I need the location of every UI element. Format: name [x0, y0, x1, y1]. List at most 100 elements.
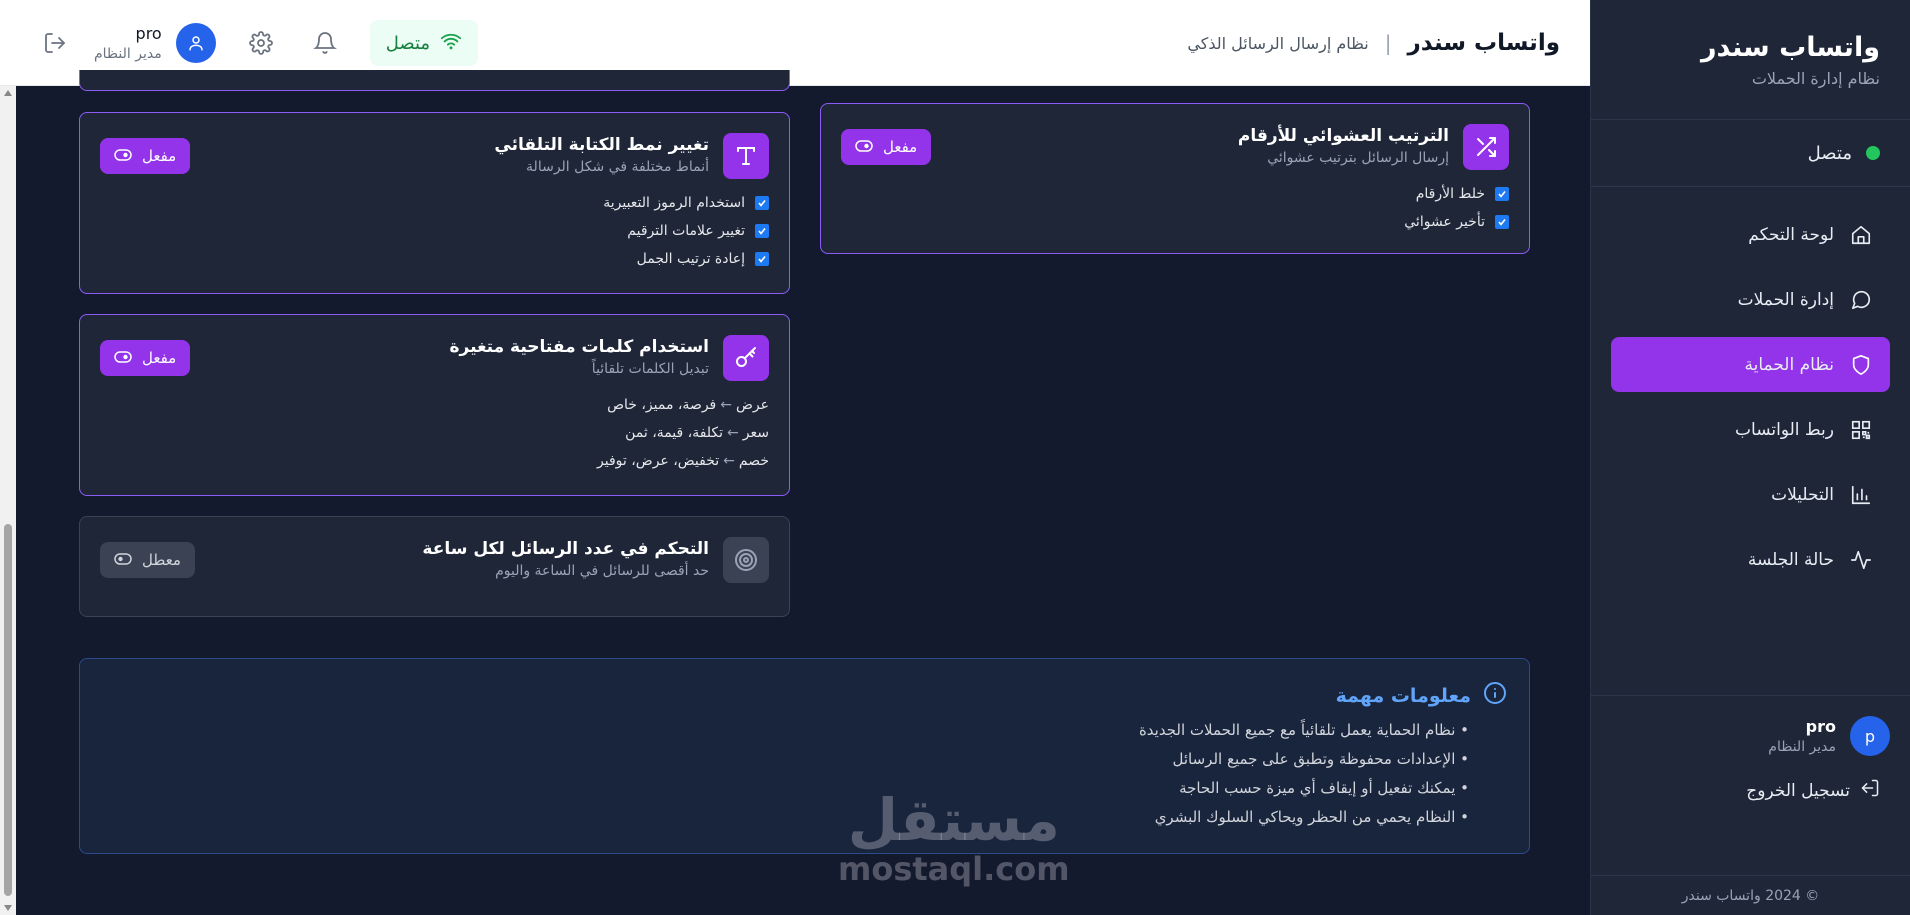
keyword-key: سعر [742, 425, 769, 441]
keyword-row: عرض←فرصة، مميز، خاص [597, 397, 769, 413]
sidebar: واتساب سندر نظام إدارة الحملات متصل لوحة… [1590, 0, 1910, 915]
info-item: • يمكنك تفعيل أو إيقاف أي ميزة حسب الحاج… [1179, 779, 1469, 797]
arrow-left-icon: ← [723, 453, 735, 469]
activity-icon [1848, 547, 1874, 573]
sidebar-item-dashboard[interactable]: لوحة التحكم [1611, 207, 1890, 262]
toggle-label: معطل [142, 551, 181, 569]
sidebar-item-whatsapp-link[interactable]: ربط الواتساب [1611, 402, 1890, 457]
checkbox-checked[interactable] [755, 252, 769, 266]
target-icon [723, 537, 769, 583]
checkbox-checked[interactable] [1495, 215, 1509, 229]
toggle-button[interactable]: مفعل [841, 129, 932, 165]
keyword-row: سعر←تكلفة، قيمة، ثمن [597, 425, 769, 441]
toggle-on-icon [114, 349, 132, 367]
option-row[interactable]: استخدام الرموز التعبيرية [603, 195, 769, 211]
connection-status-pill: متصل [369, 20, 479, 66]
option-row[interactable]: إعادة ترتيب الجمل [603, 251, 769, 267]
header-separator: | [1384, 31, 1392, 55]
info-item: • النظام يحمي من الحظر ويحاكي السلوك الب… [1154, 808, 1469, 826]
card-keywords: استخدام كلمات مفتاحية متغيرة تبديل الكلم… [79, 314, 790, 496]
info-icon [1483, 681, 1507, 710]
user-avatar[interactable] [175, 23, 216, 63]
logout-icon[interactable] [40, 28, 70, 58]
info-list: • نظام الحماية يعمل تلقائياً مع جميع الح… [1139, 721, 1469, 826]
checkbox-checked[interactable] [1495, 187, 1509, 201]
toggle-label: مفعل [142, 147, 177, 165]
sidebar-user-role: مدير النظام [1768, 739, 1836, 755]
toggle-button[interactable]: مفعل [100, 340, 191, 376]
sidebar-brand-subtitle: نظام إدارة الحملات [1751, 69, 1880, 88]
card-header: تغيير نمط الكتابة التلقائي أنماط مختلفة … [494, 133, 769, 179]
sidebar-item-label: لوحة التحكم [1748, 224, 1834, 245]
info-item: • الإعدادات محفوظة وتطبق على جميع الرسائ… [1172, 750, 1470, 768]
keyword-row: خصم←تخفيض، عرض، توفير [597, 453, 769, 469]
card-description: أنماط مختلفة في شكل الرسالة [526, 159, 709, 175]
info-header: معلومات مهمة [1336, 681, 1507, 710]
scroll-down-arrow[interactable] [4, 905, 12, 911]
card-description: تبديل الكلمات تلقائياً [591, 361, 709, 377]
card-title: تغيير نمط الكتابة التلقائي [494, 135, 709, 155]
logout-button[interactable]: تسجيل الخروج [1611, 778, 1890, 803]
info-item: • نظام الحماية يعمل تلقائياً مع جميع الح… [1138, 721, 1469, 739]
bell-icon[interactable] [310, 28, 340, 58]
shuffle-icon [1463, 124, 1509, 170]
info-title: معلومات مهمة [1335, 684, 1471, 707]
option-label: خلط الأرقام [1415, 186, 1485, 202]
sidebar-item-campaigns[interactable]: إدارة الحملات [1611, 272, 1890, 327]
gear-icon[interactable] [246, 28, 276, 58]
key-icon [723, 335, 769, 381]
sidebar-item-label: حالة الجلسة [1747, 549, 1834, 570]
bar-chart-icon [1848, 482, 1874, 508]
toggle-on-icon [855, 138, 873, 156]
option-label: تأخير عشوائي [1404, 214, 1485, 230]
sidebar-nav: لوحة التحكم إدارة الحملات نظام الحماية ر… [1591, 187, 1910, 587]
card-partial-top [79, 70, 790, 91]
header-user-name: pro [135, 24, 162, 43]
header-user-role: مدير النظام [94, 46, 162, 62]
option-row[interactable]: تأخير عشوائي [1404, 214, 1509, 230]
page-scrollbar[interactable] [0, 86, 16, 915]
option-row[interactable]: تغيير علامات الترقيم [603, 223, 769, 239]
checkbox-checked[interactable] [755, 224, 769, 238]
card-title: التحكم في عدد الرسائل لكل ساعة [422, 539, 709, 559]
keyword-key: عرض [735, 397, 769, 413]
sidebar-item-analytics[interactable]: التحليلات [1611, 467, 1890, 522]
sidebar-user-name: pro [1805, 717, 1836, 736]
watermark-latin: mostaql.com [838, 850, 1070, 888]
option-label: إعادة ترتيب الجمل [636, 251, 745, 267]
card-description: إرسال الرسائل بترتيب عشوائي [1267, 150, 1449, 166]
header-subtitle: نظام إرسال الرسائل الذكي [1187, 33, 1369, 53]
copyright: © 2024 واتساب سندر [1591, 875, 1910, 915]
scroll-up-arrow[interactable] [4, 90, 12, 96]
keyword-list: عرض←فرصة، مميز، خاص سعر←تكلفة، قيمة، ثمن… [597, 397, 769, 469]
scroll-thumb[interactable] [4, 524, 12, 896]
sidebar-item-session[interactable]: حالة الجلسة [1611, 532, 1890, 587]
option-label: استخدام الرموز التعبيرية [603, 195, 745, 211]
card-title: الترتيب العشوائي للأرقام [1237, 126, 1449, 146]
card-description: حد أقصى للرسائل في الساعة واليوم [495, 563, 709, 579]
status-dot-icon [1866, 146, 1880, 160]
logout-icon [1860, 778, 1880, 803]
sidebar-item-label: نظام الحماية [1744, 354, 1834, 375]
card-header: التحكم في عدد الرسائل لكل ساعة حد أقصى ل… [422, 537, 769, 583]
checkbox-checked[interactable] [755, 196, 769, 210]
sidebar-item-label: ربط الواتساب [1735, 419, 1834, 440]
header-branding: واتساب سندر | نظام إرسال الرسائل الذكي [1187, 0, 1560, 86]
card-options: خلط الأرقام تأخير عشوائي [1404, 186, 1509, 230]
sidebar-user: p pro مدير النظام [1611, 716, 1890, 756]
arrow-left-icon: ← [720, 397, 732, 413]
toggle-off-icon [114, 551, 132, 569]
connection-label: متصل [1807, 142, 1852, 164]
keyword-values: تكلفة، قيمة، ثمن [625, 425, 724, 441]
toggle-button[interactable]: مفعل [100, 138, 191, 174]
card-options: استخدام الرموز التعبيرية تغيير علامات ال… [603, 195, 769, 267]
card-header: الترتيب العشوائي للأرقام إرسال الرسائل ب… [1238, 124, 1509, 170]
header-user[interactable]: pro مدير النظام [94, 23, 216, 63]
sidebar-item-protection[interactable]: نظام الحماية [1611, 337, 1890, 392]
card-title: استخدام كلمات مفتاحية متغيرة [449, 337, 709, 357]
arrow-left-icon: ← [727, 425, 739, 441]
toggle-button[interactable]: معطل [100, 542, 195, 578]
keyword-values: تخفيض، عرض، توفير [597, 453, 720, 469]
card-random-order: الترتيب العشوائي للأرقام إرسال الرسائل ب… [820, 103, 1530, 254]
option-row[interactable]: خلط الأرقام [1404, 186, 1509, 202]
